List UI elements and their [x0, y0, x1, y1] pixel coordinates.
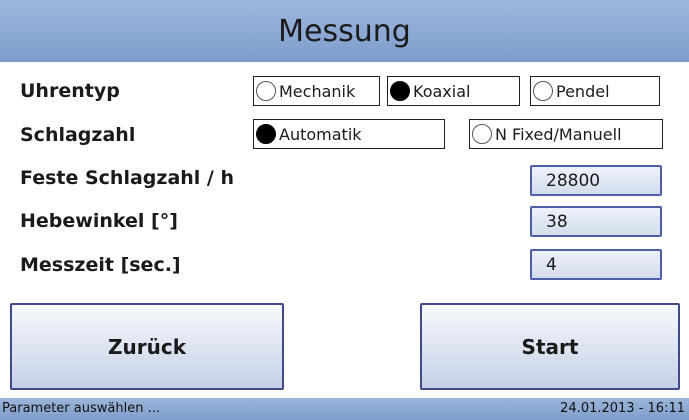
back-button-label: Zurück: [108, 334, 186, 359]
radio-n-fixed-manuell[interactable]: N Fixed/Manuell: [469, 119, 663, 149]
radio-n-fixed-manuell-label: N Fixed/Manuell: [495, 124, 622, 144]
start-button[interactable]: Start: [420, 303, 680, 390]
back-button[interactable]: Zurück: [10, 303, 284, 390]
page-title: Messung: [278, 13, 411, 49]
radio-automatik-label: Automatik: [279, 124, 362, 144]
radio-pendel-label: Pendel: [556, 81, 610, 101]
feste-schlagzahl-field[interactable]: 28800: [530, 165, 662, 196]
uhrentyp-label: Uhrentyp: [20, 80, 120, 102]
radio-mechanik-indicator: [256, 81, 276, 101]
radio-automatik[interactable]: Automatik: [253, 119, 445, 149]
messzeit-label: Messzeit [sec.]: [20, 254, 181, 276]
radio-n-fixed-manuell-indicator: [472, 124, 492, 144]
radio-koaxial-label: Koaxial: [413, 81, 471, 101]
hebewinkel-field[interactable]: 38: [530, 206, 662, 237]
radio-pendel[interactable]: Pendel: [530, 76, 660, 106]
radio-automatik-indicator: [256, 124, 276, 144]
radio-pendel-indicator: [533, 81, 553, 101]
radio-koaxial-indicator: [390, 81, 410, 101]
radio-koaxial[interactable]: Koaxial: [387, 76, 520, 106]
status-datetime: 24.01.2013 - 16:11: [560, 401, 685, 416]
hebewinkel-value: 38: [546, 211, 568, 232]
messzeit-value: 4: [546, 254, 557, 275]
hebewinkel-label: Hebewinkel [°]: [20, 210, 178, 232]
feste-schlagzahl-label: Feste Schlagzahl / h: [20, 167, 235, 189]
start-button-label: Start: [521, 334, 579, 359]
feste-schlagzahl-value: 28800: [546, 170, 601, 191]
messzeit-field[interactable]: 4: [530, 249, 662, 280]
status-message: Parameter auswählen ...: [2, 401, 160, 416]
schlagzahl-label: Schlagzahl: [20, 124, 136, 146]
radio-mechanik-label: Mechanik: [279, 81, 356, 101]
status-bar: Parameter auswählen ... 24.01.2013 - 16:…: [0, 398, 689, 420]
title-bar: Messung: [0, 0, 689, 62]
radio-mechanik[interactable]: Mechanik: [253, 76, 380, 106]
